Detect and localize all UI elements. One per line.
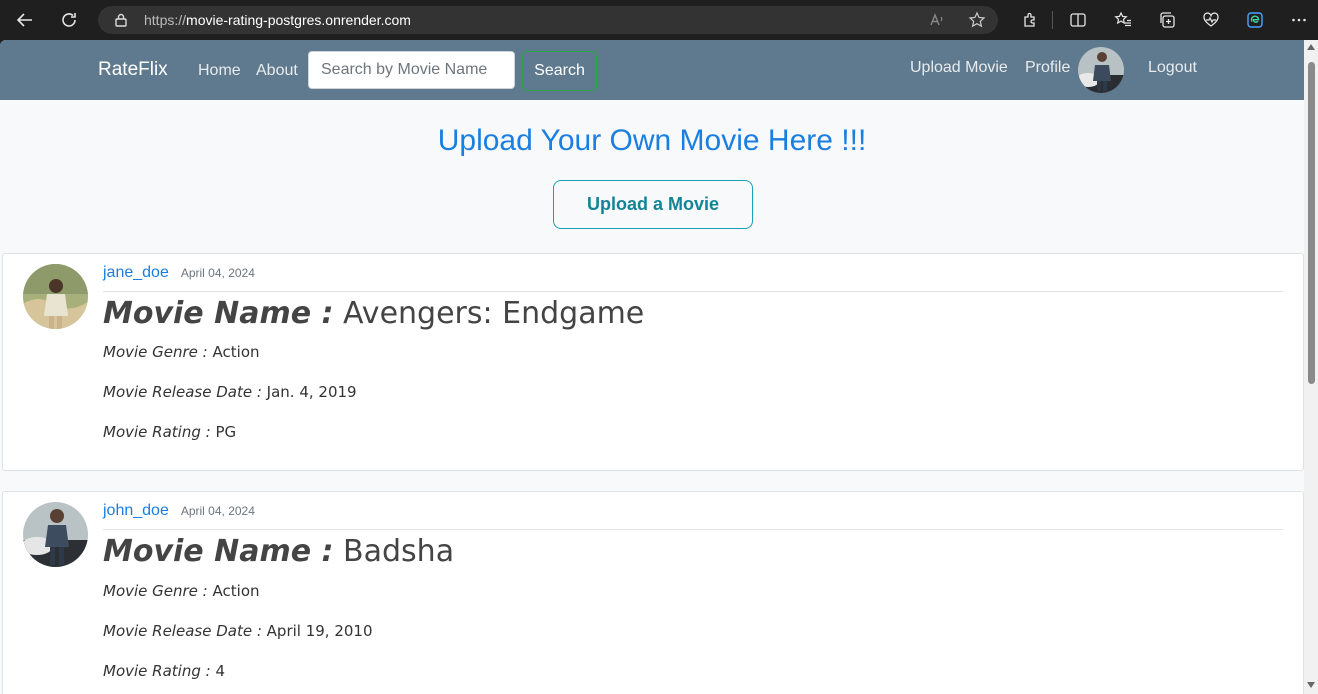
page-scrollbar[interactable]: [1304, 40, 1318, 694]
favorites-icon[interactable]: [1109, 6, 1137, 34]
movie-rating-field: Movie Rating : PG: [103, 423, 236, 441]
release-label: Movie Release Date :: [103, 383, 262, 401]
refresh-icon[interactable]: [55, 6, 83, 34]
movie-name-value: Avengers: Endgame: [343, 296, 645, 331]
movie-title: Movie Name : Badsha: [103, 534, 454, 569]
post-username-link[interactable]: jane_doe: [103, 264, 169, 282]
nav-logout-link[interactable]: Logout: [1148, 59, 1197, 77]
movie-post-card: john_doe April 04, 2024 Movie Name : Bad…: [2, 491, 1304, 694]
brand-logo[interactable]: RateFlix: [98, 59, 168, 81]
favorite-star-icon[interactable]: [963, 6, 991, 34]
edge-copilot-icon[interactable]: [1241, 6, 1269, 34]
movie-genre-field: Movie Genre : Action: [103, 582, 260, 600]
lock-icon[interactable]: [114, 13, 128, 27]
genre-value: Action: [212, 582, 260, 600]
rating-label: Movie Rating :: [103, 423, 211, 441]
split-screen-icon[interactable]: [1064, 6, 1092, 34]
scroll-down-arrow-icon[interactable]: [1307, 682, 1315, 688]
scroll-up-arrow-icon[interactable]: [1307, 44, 1315, 50]
profile-avatar[interactable]: [1078, 47, 1124, 93]
movie-name-value: Badsha: [343, 534, 455, 569]
genre-label: Movie Genre :: [103, 343, 208, 361]
nav-home-link[interactable]: Home: [198, 62, 241, 80]
nav-upload-movie-link[interactable]: Upload Movie: [910, 59, 1008, 77]
rating-value: PG: [215, 423, 237, 441]
more-options-icon[interactable]: [1285, 6, 1313, 34]
scroll-thumb[interactable]: [1308, 62, 1315, 384]
upload-movie-button[interactable]: Upload a Movie: [553, 180, 753, 229]
user-avatar[interactable]: [23, 264, 88, 329]
movie-release-field: Movie Release Date : April 19, 2010: [103, 622, 373, 640]
page-viewport: RateFlix Home About Search Upload Movie …: [0, 40, 1318, 694]
release-label: Movie Release Date :: [103, 622, 262, 640]
browser-essentials-icon[interactable]: [1197, 6, 1225, 34]
rating-label: Movie Rating :: [103, 662, 211, 680]
collections-icon[interactable]: [1153, 6, 1181, 34]
movie-rating-field: Movie Rating : 4: [103, 662, 225, 680]
movie-name-label: Movie Name :: [103, 296, 334, 331]
rating-value: 4: [215, 662, 226, 680]
movie-name-label: Movie Name :: [103, 534, 334, 569]
movie-genre-field: Movie Genre : Action: [103, 343, 260, 361]
post-date: April 04, 2024: [180, 504, 255, 518]
post-username-link[interactable]: john_doe: [103, 502, 169, 520]
genre-value: Action: [212, 343, 260, 361]
post-meta: jane_doe April 04, 2024: [103, 264, 1283, 292]
url-text: https://movie-rating-postgres.onrender.c…: [144, 12, 411, 28]
release-value: April 19, 2010: [266, 622, 373, 640]
genre-label: Movie Genre :: [103, 582, 208, 600]
app-navbar: RateFlix Home About Search Upload Movie …: [0, 40, 1304, 100]
address-bar[interactable]: https://movie-rating-postgres.onrender.c…: [98, 6, 998, 34]
extensions-icon[interactable]: [1016, 6, 1044, 34]
movie-title: Movie Name : Avengers: Endgame: [103, 296, 644, 331]
back-icon[interactable]: [11, 6, 39, 34]
post-meta: john_doe April 04, 2024: [103, 502, 1283, 530]
browser-toolbar: https://movie-rating-postgres.onrender.c…: [0, 0, 1318, 40]
release-value: Jan. 4, 2019: [266, 383, 357, 401]
movie-post-card: jane_doe April 04, 2024 Movie Name : Ave…: [2, 253, 1304, 471]
search-button[interactable]: Search: [522, 51, 597, 91]
user-avatar[interactable]: [23, 502, 88, 567]
search-input[interactable]: [308, 51, 515, 89]
movie-release-field: Movie Release Date : Jan. 4, 2019: [103, 383, 357, 401]
post-date: April 04, 2024: [180, 266, 255, 280]
toolbar-separator: [1052, 11, 1053, 29]
nav-profile-link[interactable]: Profile: [1025, 59, 1070, 77]
hero-title: Upload Your Own Movie Here !!!: [437, 124, 867, 157]
read-aloud-icon[interactable]: [923, 6, 951, 34]
nav-about-link[interactable]: About: [256, 62, 298, 80]
